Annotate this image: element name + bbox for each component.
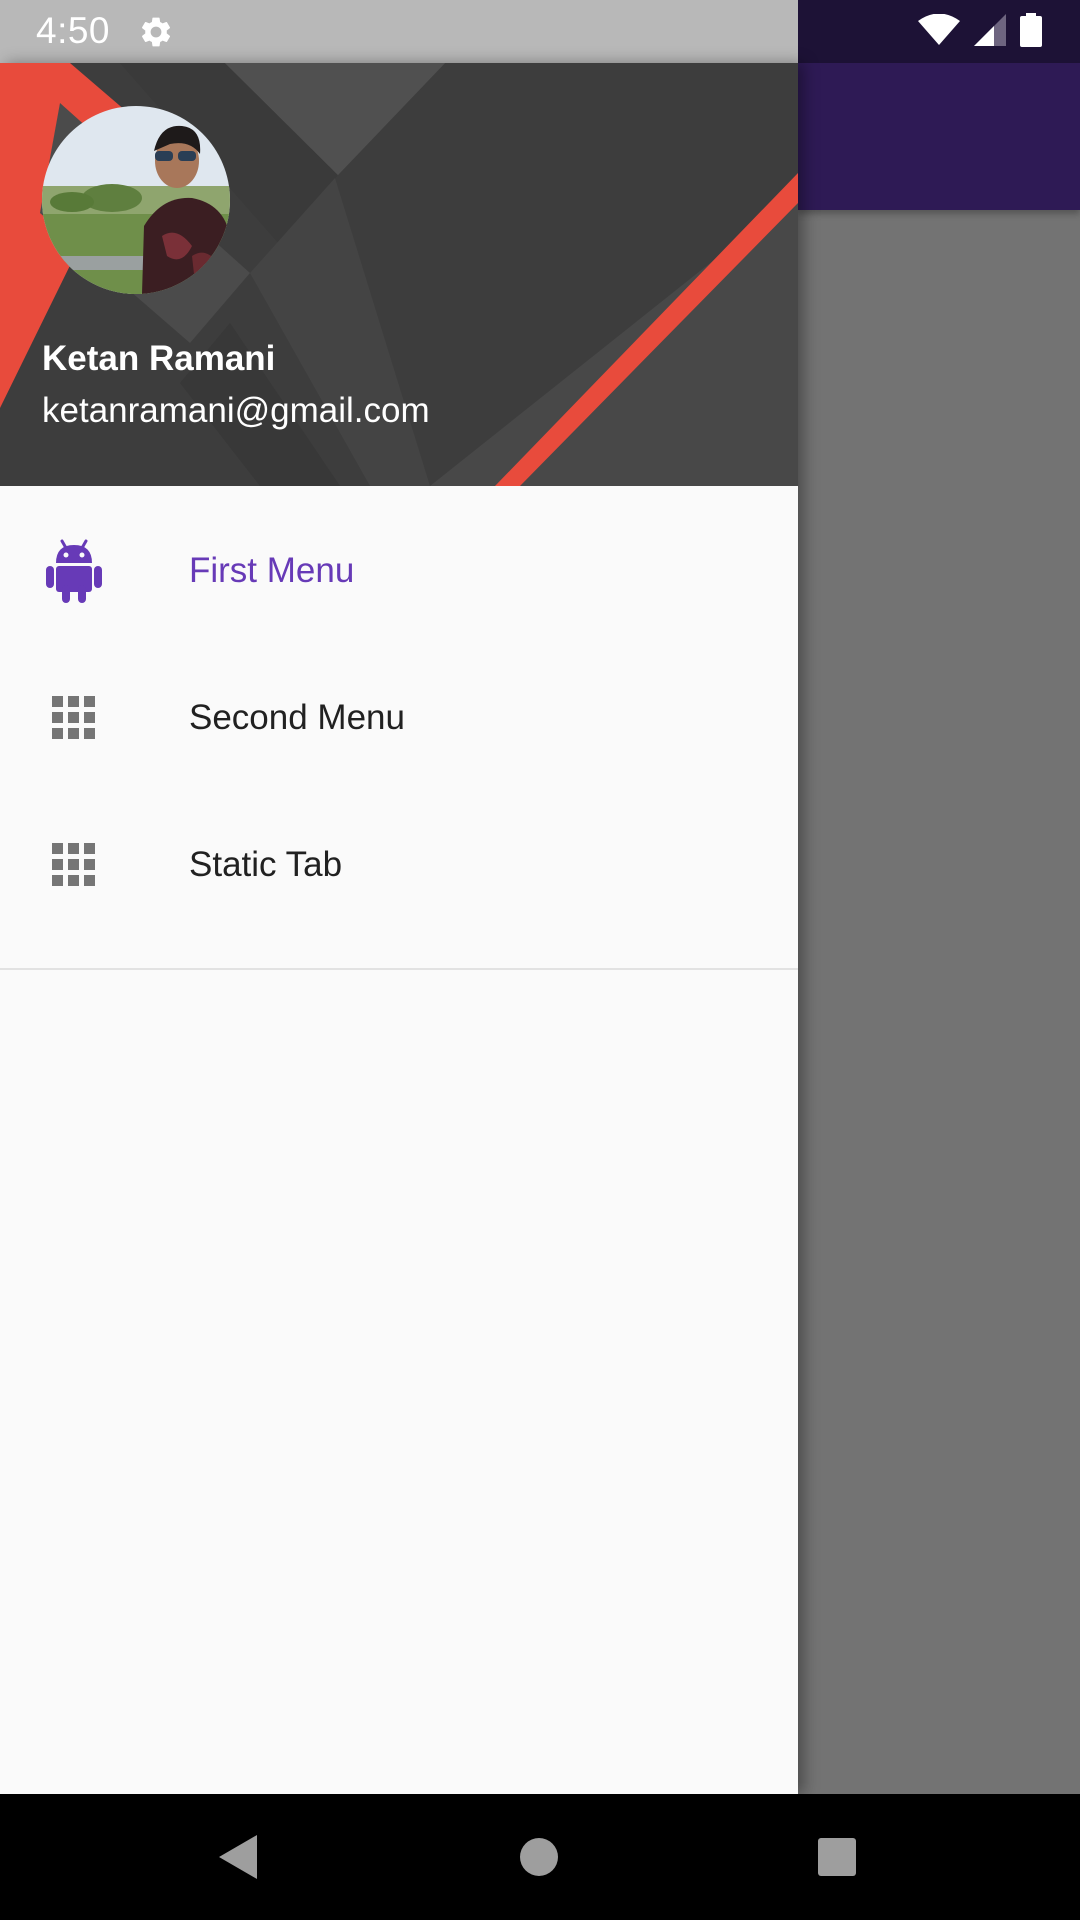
menu-divider xyxy=(0,968,798,970)
status-icons xyxy=(918,12,1042,52)
menu-item-second-menu[interactable]: Second Menu xyxy=(0,644,798,791)
signal-icon xyxy=(974,13,1006,51)
menu-item-static-tab[interactable]: Static Tab xyxy=(0,791,798,938)
drawer-header: Ketan Ramani ketanramani@gmail.com xyxy=(0,63,798,486)
home-button[interactable] xyxy=(510,1828,568,1886)
menu-item-label: Static Tab xyxy=(189,844,343,884)
avatar[interactable] xyxy=(42,106,230,294)
system-navigation-bar xyxy=(0,1794,1080,1920)
navigation-drawer: Ketan Ramani ketanramani@gmail.com First… xyxy=(0,63,798,1794)
back-button[interactable] xyxy=(210,1828,268,1886)
status-time: 4:50 xyxy=(36,10,111,51)
recents-button[interactable] xyxy=(808,1828,866,1886)
status-bar: 4:50 xyxy=(0,0,798,63)
grid-icon xyxy=(46,833,102,897)
menu-item-label: Second Menu xyxy=(189,697,405,737)
app-toolbar xyxy=(798,63,1080,210)
screen: 4:50 Ketan Ramani ketanramani@gmail.com … xyxy=(0,0,1080,1920)
gear-icon xyxy=(138,14,174,50)
wifi-icon xyxy=(918,13,960,51)
battery-icon xyxy=(1020,12,1042,52)
app-background-scrim[interactable] xyxy=(798,0,1080,1794)
menu-item-first-menu[interactable]: First Menu xyxy=(0,497,798,644)
menu-item-label: First Menu xyxy=(189,550,355,590)
user-name: Ketan Ramani xyxy=(42,339,276,378)
android-icon xyxy=(46,539,102,603)
grid-icon xyxy=(46,686,102,750)
user-email: ketanramani@gmail.com xyxy=(42,391,430,430)
